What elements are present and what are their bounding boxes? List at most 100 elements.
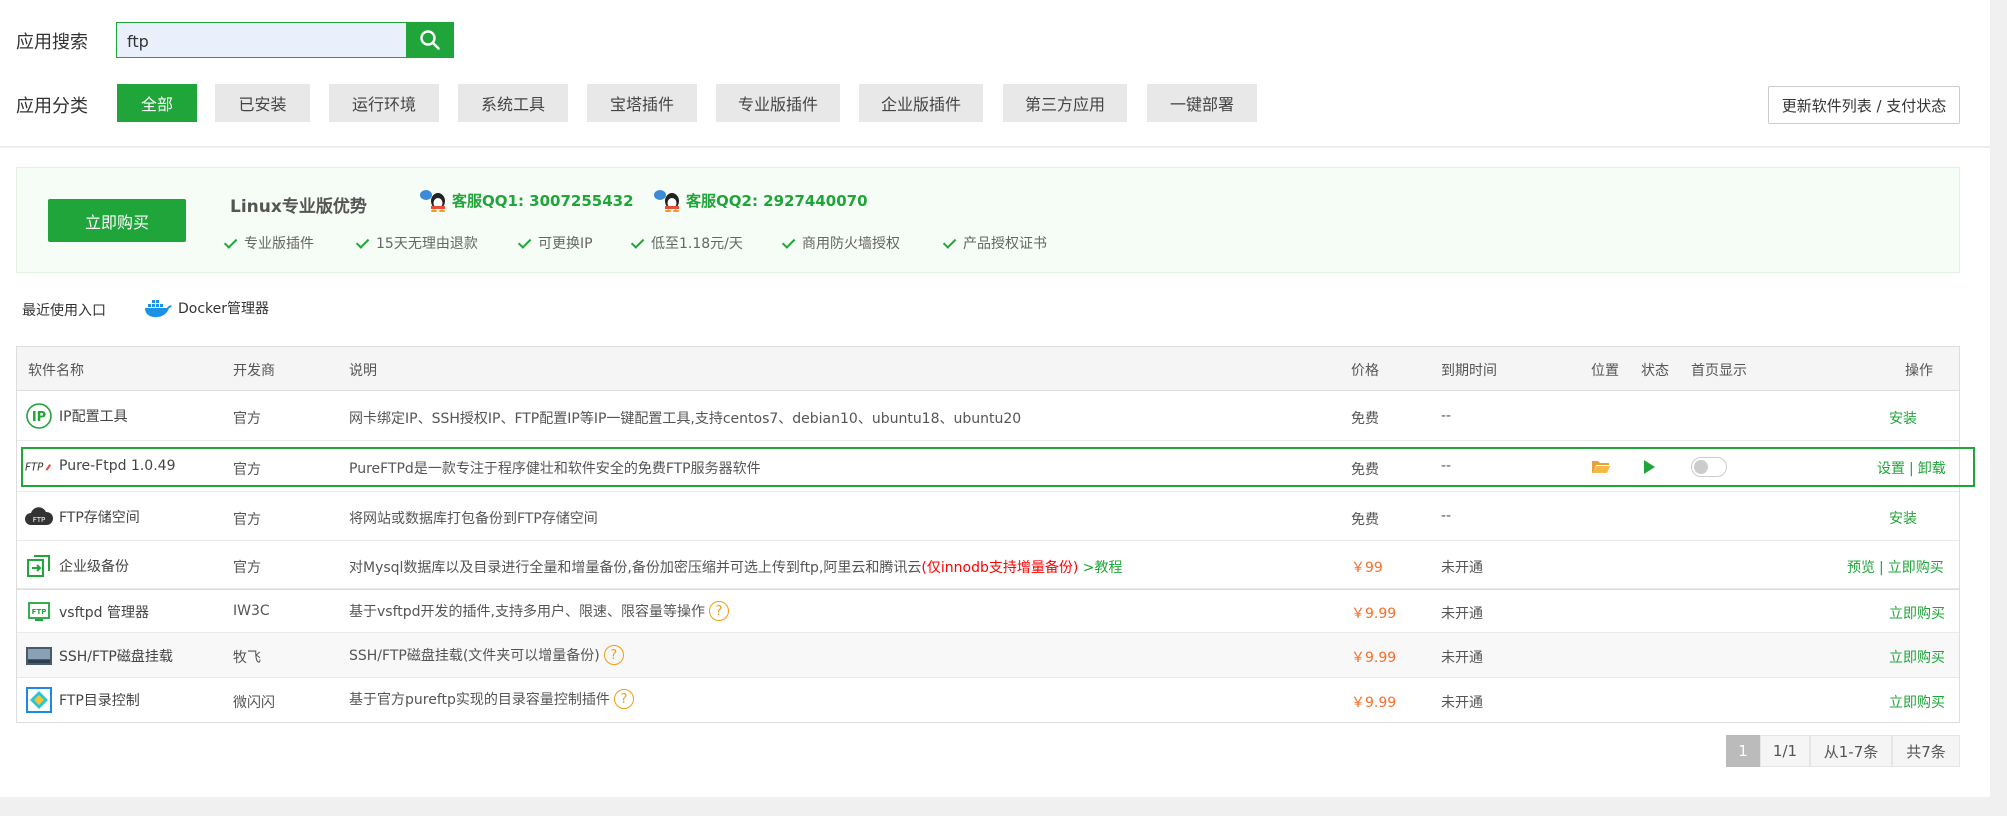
docker-icon xyxy=(145,300,172,318)
description: SSH/FTP磁盘挂载(文件夹可以增量备份)? xyxy=(349,645,624,665)
pro-promo-banner xyxy=(16,167,1960,273)
svg-text:FTP: FTP xyxy=(25,462,44,474)
qq2-contact[interactable]: 客服QQ2: 2927440070 xyxy=(652,188,868,212)
feature-item: 15天无理由退款 xyxy=(355,233,478,253)
search-input[interactable]: ftp xyxy=(116,22,407,58)
homepage-display-toggle[interactable] xyxy=(1691,457,1727,477)
recent-docker-link[interactable]: Docker管理器 xyxy=(144,297,269,319)
play-status-icon[interactable] xyxy=(1642,459,1656,479)
page-bottom-gutter xyxy=(0,797,1990,816)
table-row: SSH/FTP磁盘挂载 牧飞 SSH/FTP磁盘挂载(文件夹可以增量备份)? ￥… xyxy=(17,633,1959,678)
feature-item: 商用防火墙授权 xyxy=(781,233,900,253)
qq-icon xyxy=(420,190,445,212)
docker-label: Docker管理器 xyxy=(178,301,270,317)
tutorial-link[interactable]: >教程 xyxy=(1083,560,1123,576)
category-installed[interactable]: 已安装 xyxy=(215,84,310,122)
category-all[interactable]: 全部 xyxy=(117,84,197,122)
col-location: 位置 xyxy=(1591,363,1619,379)
svg-text:FTP: FTP xyxy=(33,516,45,524)
software-name-cell: IP IP配置工具 xyxy=(25,402,128,430)
help-icon[interactable]: ? xyxy=(603,645,624,665)
page-1-button[interactable]: 1 xyxy=(1726,735,1760,767)
qq1-contact[interactable]: 客服QQ1: 3007255432 xyxy=(418,188,634,212)
expire-time: -- xyxy=(1441,408,1452,424)
expire-time: 未开通 xyxy=(1441,695,1483,711)
help-icon[interactable]: ? xyxy=(613,689,634,709)
col-homepage: 首页显示 xyxy=(1691,363,1747,379)
description: 网卡绑定IP、SSH授权IP、FTP配置IP等IP一键配置工具,支持centos… xyxy=(349,411,1022,427)
help-icon[interactable]: ? xyxy=(708,601,729,621)
price: ￥9.99 xyxy=(1351,606,1397,622)
svg-text:IP: IP xyxy=(32,410,46,425)
update-software-list-button[interactable]: 更新软件列表 / 支付状态 xyxy=(1768,86,1960,124)
buy-now-link[interactable]: 立即购买 xyxy=(1889,692,1945,712)
expire-time: 未开通 xyxy=(1441,650,1483,666)
developer: 官方 xyxy=(233,512,261,528)
software-name-cell: FTP目录控制 xyxy=(25,686,140,714)
check-icon xyxy=(223,234,238,249)
feature-item: 低至1.18元/天 xyxy=(630,233,743,253)
software-name-cell: FTP Pure-Ftpd 1.0.49 xyxy=(25,452,175,480)
qq-icon xyxy=(654,190,679,212)
check-icon xyxy=(781,234,796,249)
col-description: 说明 xyxy=(349,363,377,379)
col-expire: 到期时间 xyxy=(1441,363,1497,379)
open-folder-icon[interactable] xyxy=(1591,458,1611,478)
software-name-cell: SSH/FTP磁盘挂载 xyxy=(25,642,173,670)
check-icon xyxy=(630,234,645,249)
preview-link[interactable]: 预览 xyxy=(1847,560,1875,576)
price: ￥99 xyxy=(1351,560,1383,576)
buy-now-button[interactable]: 立即购买 xyxy=(48,199,186,242)
row-actions: 预览 | 立即购买 xyxy=(1847,557,1944,577)
app-store-page: { "search": { "label": "应用搜索", "value": … xyxy=(0,0,2007,816)
feature-item: 产品授权证书 xyxy=(942,233,1047,253)
feature-item: 可更换IP xyxy=(517,233,593,253)
category-label: 应用分类 xyxy=(16,96,88,117)
table-row: IP IP配置工具 官方 网卡绑定IP、SSH授权IP、FTP配置IP等IP一键… xyxy=(17,391,1959,441)
section-divider xyxy=(0,146,1990,148)
price: 免费 xyxy=(1351,512,1379,528)
col-status: 状态 xyxy=(1641,363,1669,379)
check-icon xyxy=(517,234,532,249)
category-bt-plugins[interactable]: 宝塔插件 xyxy=(587,84,697,122)
expire-time: 未开通 xyxy=(1441,560,1483,576)
search-button[interactable] xyxy=(406,22,454,58)
category-system-tools[interactable]: 系统工具 xyxy=(458,84,568,122)
check-icon xyxy=(355,234,370,249)
buy-now-link[interactable]: 立即购买 xyxy=(1889,603,1945,623)
action-separator: | xyxy=(1909,461,1914,477)
row-actions: 设置 | 卸载 xyxy=(1877,458,1946,478)
qq2-text: 客服QQ2: 2927440070 xyxy=(686,191,868,210)
description: 对Mysql数据库以及目录进行全量和增量备份,备份加密压缩并可选上传到ftp,阿… xyxy=(349,560,1123,576)
table-row: FTP目录控制 微闪闪 基于官方pureftp实现的目录容量控制插件? ￥9.9… xyxy=(17,678,1959,723)
buy-now-link[interactable]: 立即购买 xyxy=(1888,560,1944,576)
software-name-cell: 企业级备份 xyxy=(25,552,129,580)
table-row: FTP FTP存储空间 官方 将网站或数据库打包备份到FTP存储空间 免费 --… xyxy=(17,491,1959,541)
price: 免费 xyxy=(1351,411,1379,427)
price: ￥9.99 xyxy=(1351,695,1397,711)
category-one-click-deploy[interactable]: 一键部署 xyxy=(1147,84,1257,122)
software-name-cell: FTP vsftpd 管理器 xyxy=(25,598,149,626)
col-actions: 操作 xyxy=(1905,363,1933,379)
developer: 官方 xyxy=(233,560,261,576)
settings-link[interactable]: 设置 xyxy=(1877,461,1905,477)
buy-now-link[interactable]: 立即购买 xyxy=(1889,647,1945,667)
category-pro-plugins[interactable]: 专业版插件 xyxy=(716,84,840,122)
col-developer: 开发商 xyxy=(233,363,275,379)
table-row: FTP vsftpd 管理器 IW3C 基于vsftpd开发的插件,支持多用户、… xyxy=(17,589,1959,633)
table-row: 企业级备份 官方 对Mysql数据库以及目录进行全量和增量备份,备份加密压缩并可… xyxy=(17,541,1959,589)
table-header: 软件名称 开发商 说明 价格 到期时间 位置 状态 首页显示 操作 xyxy=(17,347,1959,391)
install-button[interactable]: 安装 xyxy=(1889,508,1917,528)
category-runtime[interactable]: 运行环境 xyxy=(329,84,439,122)
category-third-party[interactable]: 第三方应用 xyxy=(1003,84,1127,122)
install-button[interactable]: 安装 xyxy=(1889,408,1917,428)
uninstall-link[interactable]: 卸载 xyxy=(1918,461,1946,477)
scrollbar-track[interactable] xyxy=(1990,0,2007,816)
category-enterprise-plugins[interactable]: 企业版插件 xyxy=(859,84,983,122)
promo-title: Linux专业版优势 xyxy=(230,197,367,217)
qq1-text: 客服QQ1: 3007255432 xyxy=(452,191,634,210)
table-row: FTP Pure-Ftpd 1.0.49 官方 PureFTPd是一款专注于程序… xyxy=(17,441,1959,491)
description: 基于官方pureftp实现的目录容量控制插件? xyxy=(349,689,634,709)
expire-time: 未开通 xyxy=(1441,606,1483,622)
recent-entry-label: 最近使用入口 xyxy=(22,303,106,319)
